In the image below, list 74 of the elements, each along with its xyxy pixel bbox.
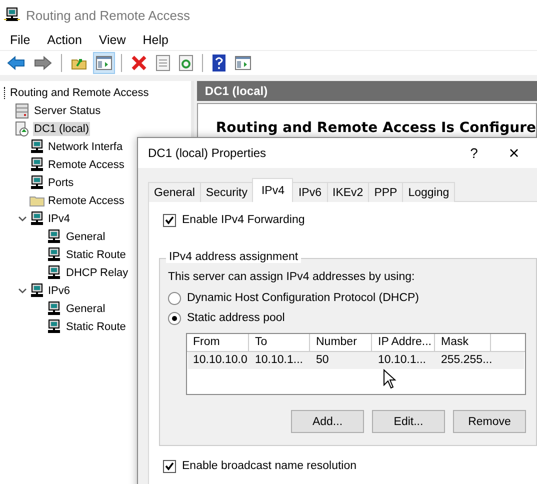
- chevron-icon[interactable]: [18, 288, 26, 294]
- tree-item[interactable]: Server Status: [33, 104, 102, 118]
- computer-icon: [4, 7, 20, 23]
- close-button[interactable]: ×: [494, 139, 534, 167]
- server-icon: [14, 103, 30, 119]
- dialog-button[interactable]: Remove: [453, 410, 526, 433]
- computer-icon: [29, 211, 45, 227]
- computer-icon: [46, 319, 62, 335]
- computer-icon: [46, 229, 62, 245]
- dialog-button[interactable]: Edit...: [372, 410, 445, 433]
- checkbox[interactable]: [163, 460, 176, 472]
- help-button[interactable]: ?: [454, 139, 494, 167]
- tab[interactable]: General: [148, 182, 201, 202]
- computer-icon: [46, 247, 62, 263]
- computer-icon: [46, 301, 62, 317]
- computer-icon: [29, 139, 45, 155]
- refresh-icon[interactable]: [176, 52, 196, 74]
- tree-item[interactable]: General: [65, 302, 106, 316]
- server-icon: [14, 121, 30, 137]
- group-title: IPv4 address assignment: [166, 251, 302, 263]
- dialog-button[interactable]: Add...: [291, 410, 364, 433]
- list-row[interactable]: 10.10.10.0 10.10.1... 50 10.10.1... 255.255...: [188, 352, 524, 369]
- radio-label: Dynamic Host Configuration Protocol (DHCP): [187, 292, 419, 304]
- tab[interactable]: PPP: [368, 182, 404, 202]
- column-header[interactable]: Mask: [435, 334, 491, 351]
- pointer-cursor-icon: [383, 369, 397, 389]
- description: This server can assign IPv4 addresses by using:: [168, 271, 416, 283]
- menu-item[interactable]: View: [98, 33, 126, 47]
- dialog-title: DC1 (local) Properties: [148, 146, 266, 160]
- list-cell-text: 10.10.10.0: [192, 353, 248, 368]
- column-header[interactable]: Number: [310, 334, 372, 351]
- tree-item[interactable]: Static Route: [65, 248, 127, 262]
- properties-icon[interactable]: [153, 52, 173, 74]
- column-header[interactable]: IP Addre...: [372, 334, 435, 351]
- menu-item[interactable]: File: [10, 33, 30, 47]
- computer-icon: [29, 175, 45, 191]
- tree-item[interactable]: Ports: [47, 176, 75, 190]
- details-header: DC1 (local): [196, 81, 537, 101]
- tab[interactable]: IPv4: [252, 178, 294, 202]
- tree-item[interactable]: DC1 (local): [33, 122, 90, 136]
- tree-item[interactable]: Remote Access: [47, 194, 126, 208]
- radio-button[interactable]: [168, 292, 181, 304]
- tab[interactable]: Logging: [402, 182, 456, 202]
- list-cell-text: 255.255...: [440, 353, 492, 368]
- tab[interactable]: Security: [200, 182, 254, 202]
- list-cell-text: 10.10.1...: [254, 353, 304, 368]
- list-cell-text: 10.10.1...: [377, 353, 427, 368]
- tree-item[interactable]: General: [65, 230, 106, 244]
- computer-icon: [29, 283, 45, 299]
- radio-label: Static address pool: [187, 312, 285, 324]
- tree-item[interactable]: Network Interfa: [47, 140, 124, 154]
- tree-item[interactable]: Routing and Remote Access: [9, 86, 150, 100]
- checkbox-label: Enable broadcast name resolution: [182, 460, 357, 472]
- tab[interactable]: IPv6: [292, 182, 328, 202]
- column-header[interactable]: To: [249, 334, 310, 351]
- tab[interactable]: IKEv2: [326, 182, 370, 202]
- tree-item[interactable]: Static Route: [65, 320, 127, 334]
- list-cell-text: 50: [315, 353, 330, 368]
- checkbox[interactable]: [163, 214, 176, 226]
- computer-icon: [46, 265, 62, 281]
- computer-icon: [29, 157, 45, 173]
- menu-item[interactable]: Help: [142, 33, 168, 47]
- radio-button[interactable]: [168, 312, 181, 324]
- pane-icon[interactable]: [93, 52, 115, 74]
- details-heading: Routing and Remote Access Is Configure: [216, 120, 536, 136]
- tree-item[interactable]: Remote Access: [47, 158, 126, 172]
- tree-item[interactable]: DHCP Relay: [65, 266, 130, 280]
- chevron-icon[interactable]: [18, 216, 26, 222]
- window-title: Routing and Remote Access: [26, 8, 190, 22]
- tree-item[interactable]: IPv4: [47, 212, 72, 226]
- checkbox-label: Enable IPv4 Forwarding: [182, 214, 305, 226]
- column-header[interactable]: From: [187, 334, 249, 351]
- tree-item[interactable]: IPv6: [47, 284, 72, 298]
- menu-item[interactable]: Action: [47, 33, 82, 47]
